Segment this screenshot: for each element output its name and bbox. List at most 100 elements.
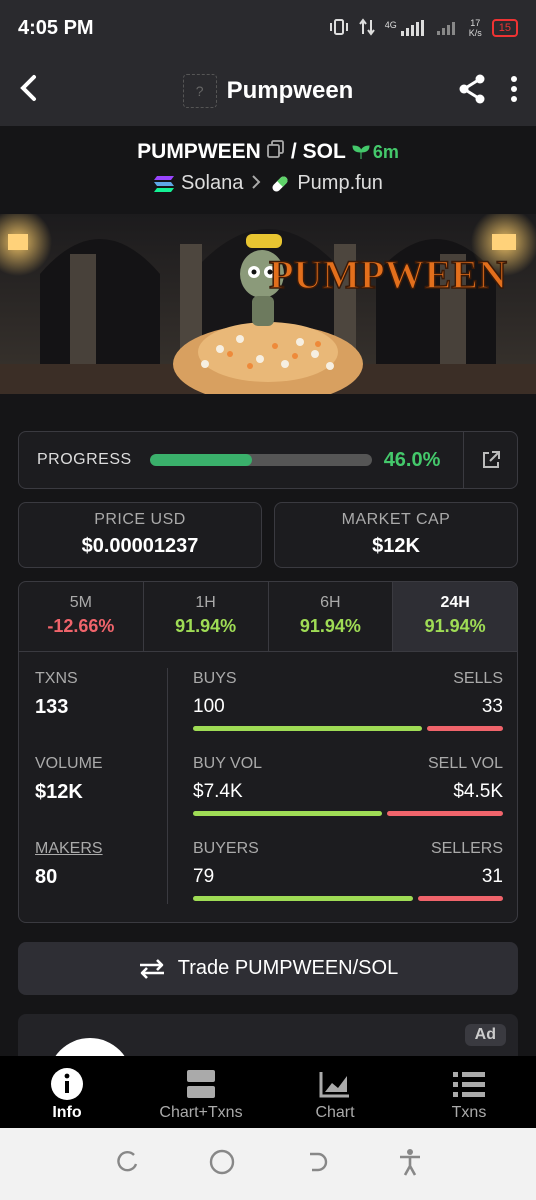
back-arrow-icon xyxy=(20,74,36,101)
pill-icon xyxy=(272,175,288,192)
tab-5m[interactable]: 5M -12.66% xyxy=(19,582,144,651)
copy-button[interactable] xyxy=(266,140,285,164)
buy-vol-share-bar xyxy=(193,811,383,816)
market-cap-card: MARKET CAP $12K xyxy=(274,502,518,568)
pair-quote: SOL xyxy=(302,140,346,163)
pair-header: PUMPWEEN / SOL 6m Solana Pump.fun xyxy=(0,126,536,214)
chevron-right-icon xyxy=(251,172,261,195)
banner-image: PUMPWEEN xyxy=(0,214,536,394)
price-usd-label: PRICE USD xyxy=(94,511,186,528)
token-logo-placeholder: ? xyxy=(182,74,217,108)
home-button[interactable] xyxy=(208,1148,236,1181)
tab-6h[interactable]: 6H 91.94% xyxy=(269,582,394,651)
buyers-label: BUYERS xyxy=(193,840,259,857)
net-speed-value: 17 xyxy=(470,18,481,28)
back-button[interactable] xyxy=(18,72,58,111)
tab-1h[interactable]: 1H 91.94% xyxy=(144,582,269,651)
sellers-value: 31 xyxy=(481,866,503,887)
volume-row: VOLUME $12K BUY VOL SELL VOL $7.4K $4.5K xyxy=(19,755,517,840)
pair-base: PUMPWEEN xyxy=(137,140,261,163)
status-icons: 4G 17 K/s 15 xyxy=(329,17,518,39)
sells-value: 33 xyxy=(481,696,503,717)
txns-value: 133 xyxy=(35,696,69,718)
recents-button[interactable] xyxy=(114,1149,140,1180)
share-icon xyxy=(459,74,485,103)
period-change: -12.66% xyxy=(47,616,115,636)
buy-share-bar xyxy=(193,726,422,731)
progress-label: PROGRESS xyxy=(37,451,132,468)
page-title: Pumpween xyxy=(226,77,354,104)
sellers-label: SELLERS xyxy=(430,840,503,857)
more-vert-icon xyxy=(511,75,517,102)
trade-button-label: Trade PUMPWEEN/SOL xyxy=(177,957,399,979)
tab-24h[interactable]: 24H 91.94% xyxy=(393,582,517,651)
sells-label: SELLS xyxy=(453,670,503,687)
sell-share-bar xyxy=(426,726,503,731)
period-tabs: 5M -12.66% 1H 91.94% 6H 91.94% 24H 91.94… xyxy=(19,582,517,652)
nav-chart-label: Chart xyxy=(315,1104,355,1121)
sell-vol-share-bar xyxy=(387,811,503,816)
data-transfer-icon xyxy=(358,17,375,39)
buyers-value: 79 xyxy=(193,866,215,887)
progress-bar xyxy=(149,454,372,466)
recents-icon xyxy=(117,1150,138,1171)
buy-sell-volume-bar xyxy=(193,811,503,816)
vibrate-icon xyxy=(329,18,349,39)
price-usd-value: $0.00001237 xyxy=(81,535,199,557)
nav-info[interactable]: Info xyxy=(0,1056,134,1128)
buyers-share-bar xyxy=(193,896,413,901)
pair-separator: / xyxy=(290,140,297,163)
home-circle-icon xyxy=(209,1149,235,1174)
nav-chart-txns-label: Chart+Txns xyxy=(159,1104,243,1121)
external-link-icon xyxy=(482,451,500,468)
swap-arrows-icon xyxy=(139,958,164,979)
list-icon xyxy=(453,1072,485,1097)
sell-vol-label: SELL VOL xyxy=(427,755,503,772)
period-label: 6H xyxy=(320,594,341,611)
period-change: 91.94% xyxy=(424,616,486,636)
pair-breadcrumb: Solana Pump.fun xyxy=(0,172,536,195)
info-icon xyxy=(51,1068,83,1100)
accessibility-icon xyxy=(400,1148,420,1176)
app-title-wrap: ? Pumpween xyxy=(78,74,458,108)
nav-chart-txns[interactable]: Chart+Txns xyxy=(134,1056,268,1128)
chart-icon xyxy=(319,1072,349,1098)
dex-link[interactable]: Pump.fun xyxy=(269,172,383,195)
volume-label: VOLUME xyxy=(35,755,103,772)
buy-sell-ratio-bar xyxy=(193,726,503,731)
battery-level: 15 xyxy=(498,22,511,34)
makers-link[interactable]: MAKERS xyxy=(35,840,103,858)
system-nav-bar xyxy=(0,1128,536,1200)
buyers-sellers-bar xyxy=(193,896,503,901)
volume-value: $12K xyxy=(35,781,83,803)
nav-info-label: Info xyxy=(52,1104,82,1121)
period-label: 24H xyxy=(440,594,470,611)
trade-button[interactable]: Trade PUMPWEEN/SOL xyxy=(18,942,518,995)
period-metrics: TXNS 133 BUYS SELLS 100 33 VOLUME $12K BUY… xyxy=(19,652,517,922)
period-change: 91.94% xyxy=(299,616,361,636)
banner-title: PUMPWEEN xyxy=(269,252,507,297)
period-change: 91.94% xyxy=(175,616,237,636)
buy-vol-label: BUY VOL xyxy=(193,755,263,772)
net-speed: 17 K/s xyxy=(469,18,482,38)
nav-chart[interactable]: Chart xyxy=(268,1056,402,1128)
txns-row: TXNS 133 BUYS SELLS 100 33 xyxy=(19,670,517,755)
period-label: 1H xyxy=(195,594,216,611)
sellers-share-bar xyxy=(417,896,503,901)
status-bar: 4:05 PM 4G 17 K/s 15 xyxy=(0,0,536,56)
chain-link[interactable]: Solana xyxy=(153,172,243,195)
more-menu-button[interactable] xyxy=(510,75,518,108)
makers-value: 80 xyxy=(35,866,58,888)
system-back-button[interactable] xyxy=(304,1149,330,1180)
period-stats-card: 5M -12.66% 1H 91.94% 6H 91.94% 24H 91.94… xyxy=(18,581,518,923)
chart-txns-icon xyxy=(187,1070,215,1098)
pair-age: 6m xyxy=(352,142,399,163)
price-usd-card: PRICE USD $0.00001237 xyxy=(18,502,262,568)
open-external-button[interactable] xyxy=(463,432,517,488)
nav-txns[interactable]: Txns xyxy=(402,1056,536,1128)
accessibility-button[interactable] xyxy=(398,1148,422,1181)
network-type: 4G xyxy=(384,20,397,30)
signal-4g-icon: 4G xyxy=(385,20,427,36)
battery-icon: 15 xyxy=(491,19,518,37)
share-button[interactable] xyxy=(458,74,486,109)
